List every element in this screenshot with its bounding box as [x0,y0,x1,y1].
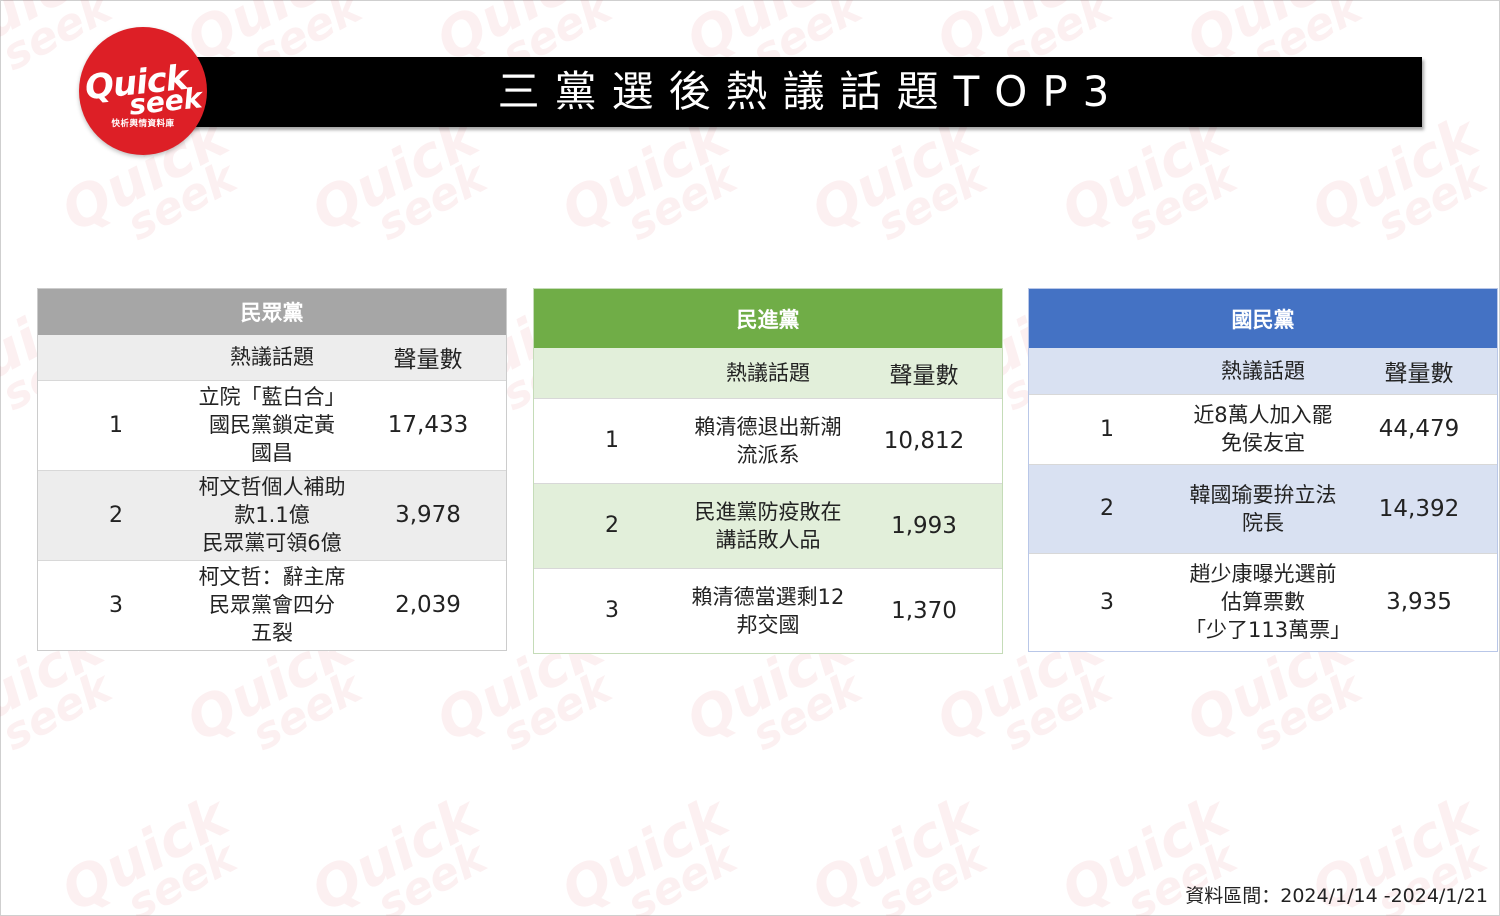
page-title: 三黨選後熱議話題TOP3 [497,67,1125,116]
kmt-volume-col-header: 聲量數 [1384,360,1454,387]
dpp-topic-table: 民進黨 熱議話題 聲量數 1 賴清德退出新潮流派系 10,812 2 民進黨防疫… [533,288,1003,654]
topic-cell: 民進黨防疫敗在講話敗人品 [690,482,846,568]
topic-cell: 趙少康曝光選前估算票數 「少了113萬票」 [1185,552,1351,651]
table-row: 2 民進黨防疫敗在講話敗人品 1,993 [534,482,1002,568]
topic-cell: 立院「藍白合」國民黨鎖定黃 國昌 [194,379,350,470]
volume-cell: 3,978 [350,469,506,560]
title-bar: 三黨選後熱議話題TOP3 [190,57,1422,127]
rank-cell: 2 [534,482,690,568]
topic-cell: 賴清德當選剩12邦交國 [690,567,846,653]
table-row: 2 韓國瑜要拚立法院長 14,392 [1029,463,1497,553]
kmt-party-header: 國民黨 [1029,289,1497,348]
dpp-rank-col [534,348,690,398]
tpp-volume-col-header: 聲量數 [393,347,463,374]
rank-cell: 1 [534,397,690,483]
table-row: 1 立院「藍白合」國民黨鎖定黃 國昌 17,433 [38,379,506,470]
table-row: 3 趙少康曝光選前估算票數 「少了113萬票」 3,935 [1029,552,1497,651]
topic-cell: 賴清德退出新潮流派系 [690,397,846,483]
kmt-rank-col [1029,348,1185,394]
rank-cell: 3 [38,559,194,650]
data-period-note: 資料區間：2024/1/14 -2024/1/21 [1185,885,1488,907]
volume-cell: 44,479 [1341,393,1497,464]
volume-cell: 10,812 [846,397,1002,483]
volume-cell: 14,392 [1341,463,1497,553]
volume-cell: 3,935 [1341,552,1497,651]
topic-cell: 近8萬人加入罷免侯友宜 [1185,393,1341,464]
volume-cell: 1,993 [846,482,1002,568]
quickseek-logo: Quick seek 快析輿情資料庫 [79,27,207,155]
topic-cell: 韓國瑜要拚立法院長 [1185,463,1341,553]
table-row: 2 柯文哲個人補助款1.1億 民眾黨可領6億 3,978 [38,469,506,560]
dpp-topic-col-header: 熱議話題 [726,360,810,385]
table-row: 3 柯文哲：辭主席民眾黨會四分 五裂 2,039 [38,559,506,650]
volume-cell: 2,039 [350,559,506,650]
volume-cell: 1,370 [846,567,1002,653]
rank-cell: 3 [534,567,690,653]
topic-cell: 柯文哲：辭主席民眾黨會四分 五裂 [194,559,350,650]
kmt-topic-table: 國民黨 熱議話題 聲量數 1 近8萬人加入罷免侯友宜 44,479 2 韓國瑜要… [1028,288,1498,652]
dpp-volume-col-header: 聲量數 [889,362,959,389]
rank-cell: 1 [38,379,194,470]
table-row: 3 賴清德當選剩12邦交國 1,370 [534,567,1002,653]
rank-cell: 2 [1029,463,1185,553]
rank-cell: 2 [38,469,194,560]
tpp-topic-table: 民眾黨 熱議話題 聲量數 1 立院「藍白合」國民黨鎖定黃 國昌 17,433 2 … [37,288,507,651]
tpp-party-header: 民眾黨 [38,289,506,335]
rank-cell: 3 [1029,552,1185,651]
logo-word-seek: seek [127,81,204,122]
rank-cell: 1 [1029,393,1185,464]
volume-cell: 17,433 [350,379,506,470]
table-row: 1 近8萬人加入罷免侯友宜 44,479 [1029,393,1497,464]
table-row: 1 賴清德退出新潮流派系 10,812 [534,397,1002,483]
tpp-topic-col-header: 熱議話題 [230,345,314,370]
kmt-topic-col-header: 熱議話題 [1221,358,1305,383]
dpp-party-header: 民進黨 [534,289,1002,348]
topic-cell: 柯文哲個人補助款1.1億 民眾黨可領6億 [194,469,350,560]
logo-subtitle: 快析輿情資料庫 [111,119,175,129]
tpp-rank-col [38,335,194,380]
